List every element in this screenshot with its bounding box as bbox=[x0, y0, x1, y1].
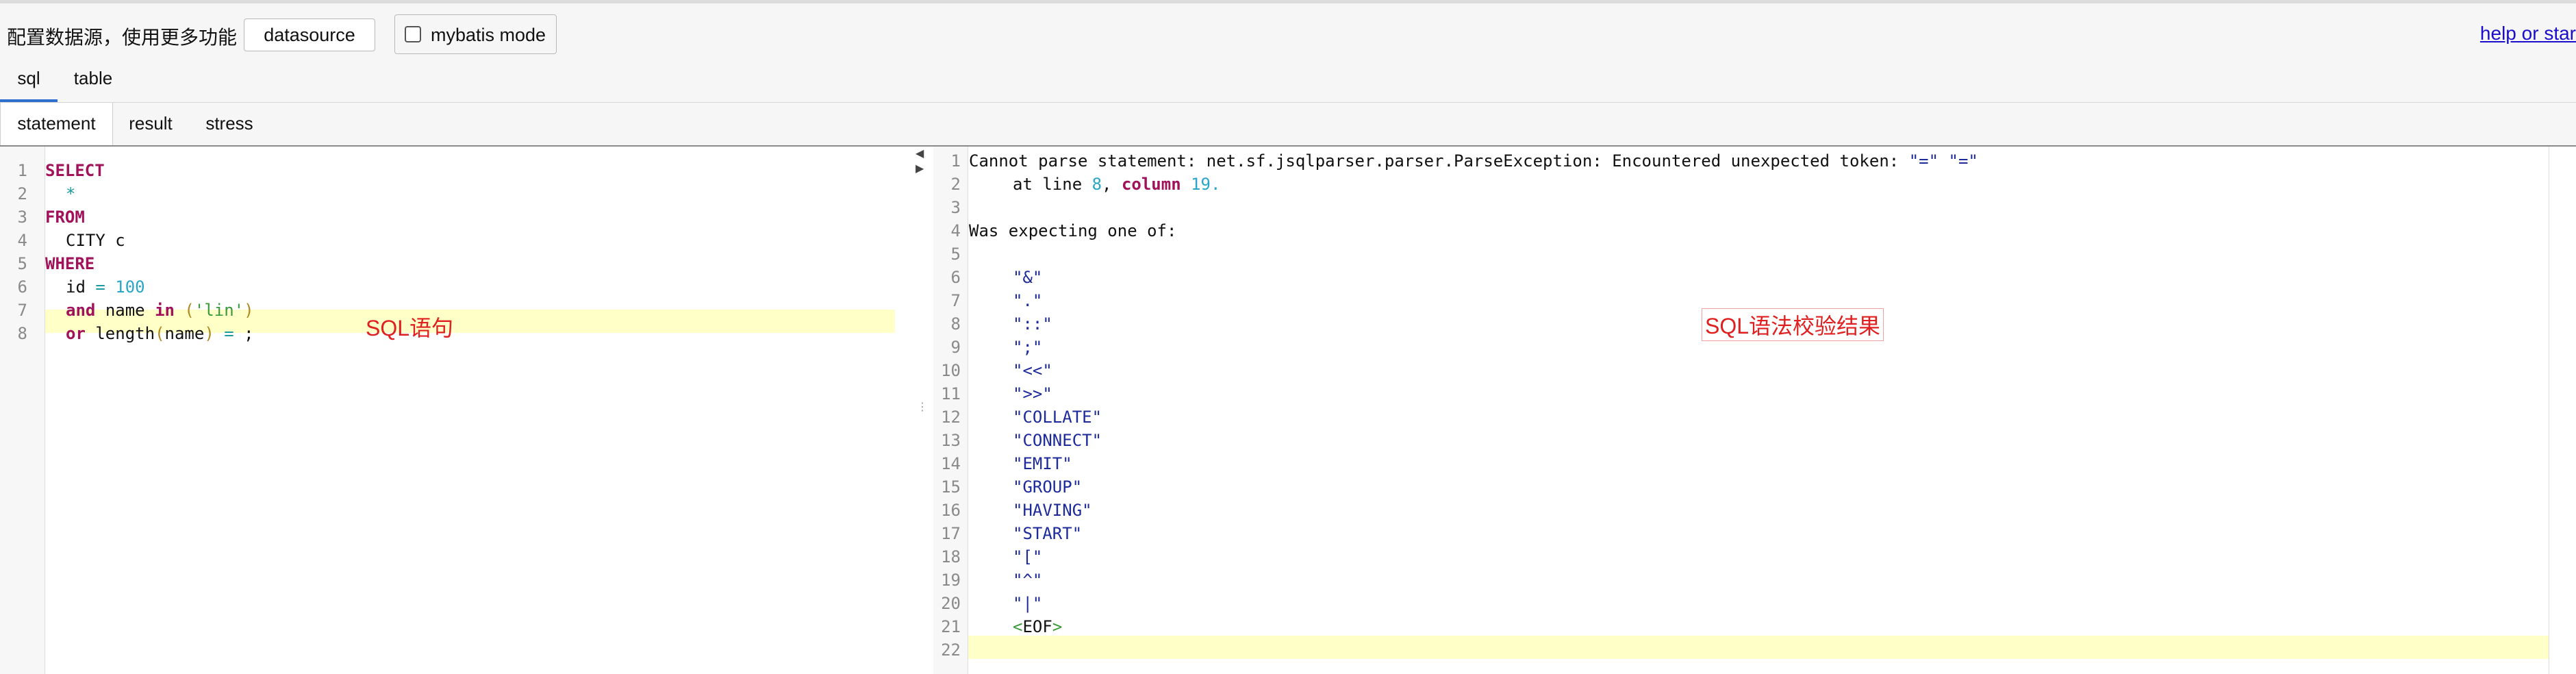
line-number: 19 bbox=[941, 571, 961, 590]
line-number: 7 bbox=[950, 291, 961, 310]
mybatis-mode-label[interactable]: mybatis mode bbox=[431, 25, 546, 46]
line-number: 2 bbox=[950, 175, 961, 194]
secondary-tab-bar: statement result stress bbox=[0, 103, 2576, 147]
tab-result[interactable]: result bbox=[116, 103, 185, 145]
line-number: 1 bbox=[950, 151, 961, 171]
expected-token: "EMIT" bbox=[1013, 454, 1072, 473]
datasource-button[interactable]: datasource bbox=[244, 18, 375, 51]
expected-token: "|" bbox=[1013, 594, 1043, 613]
sql-editor[interactable]: 1 2 3 4 5 6 7 8 SELECT * FROM CITY c WHE… bbox=[0, 147, 895, 674]
splitter-handle-icon[interactable]: ⋮ bbox=[917, 400, 928, 414]
result-line: Was expecting one of: bbox=[969, 221, 1177, 240]
line-number: 14 bbox=[941, 454, 961, 473]
result-line: <EOF> bbox=[1013, 617, 1063, 636]
line-number-gutter: 1 2 3 4 5 6 7 8 bbox=[0, 147, 45, 674]
code-line: * bbox=[66, 184, 76, 203]
code-line: CITY c bbox=[66, 231, 125, 250]
line-number: 3 bbox=[17, 208, 27, 227]
pane-splitter[interactable]: ◀ ▶ ⋮ bbox=[895, 147, 933, 674]
line-number: 11 bbox=[941, 384, 961, 403]
line-number-gutter: 1 2 3 4 5 6 7 8 9 10 11 12 13 14 15 16 1… bbox=[933, 147, 968, 674]
line-number: 15 bbox=[941, 477, 961, 497]
tab-sql[interactable]: sql bbox=[0, 61, 58, 102]
code-line: and name in ('lin') bbox=[66, 301, 254, 320]
tab-stress[interactable]: stress bbox=[192, 103, 267, 145]
expected-token: "&" bbox=[1013, 268, 1043, 287]
expected-token: ";" bbox=[1013, 338, 1043, 357]
line-number: 8 bbox=[950, 314, 961, 334]
line-number: 12 bbox=[941, 408, 961, 427]
code-line: id = 100 bbox=[66, 277, 145, 297]
line-number: 1 bbox=[17, 161, 27, 180]
line-number: 17 bbox=[941, 524, 961, 543]
expected-token: "<<" bbox=[1013, 361, 1052, 380]
tab-statement[interactable]: statement bbox=[0, 103, 113, 145]
result-line: at line 8, column 19. bbox=[1013, 175, 1221, 194]
expected-token: "GROUP" bbox=[1013, 477, 1083, 497]
line-number: 2 bbox=[17, 184, 27, 203]
line-number: 5 bbox=[950, 245, 961, 264]
sql-statement-annotation: SQL语句 bbox=[366, 316, 454, 340]
line-number: 9 bbox=[950, 338, 961, 357]
line-number: 7 bbox=[17, 301, 27, 320]
code-line: FROM bbox=[45, 208, 85, 227]
code-line: WHERE bbox=[45, 254, 95, 273]
expected-token: "." bbox=[1013, 291, 1043, 310]
expected-token: ">>" bbox=[1013, 384, 1052, 403]
current-line-highlight bbox=[968, 636, 2549, 659]
expand-right-icon[interactable]: ▶ bbox=[916, 162, 924, 175]
line-number: 21 bbox=[941, 617, 961, 636]
expected-token: "CONNECT" bbox=[1013, 431, 1102, 450]
help-link[interactable]: help or star bbox=[2480, 23, 2576, 45]
line-number: 5 bbox=[17, 254, 27, 273]
line-number: 22 bbox=[941, 640, 961, 660]
collapse-left-icon[interactable]: ◀ bbox=[916, 147, 924, 160]
code-line: or length(name) = ; bbox=[66, 324, 254, 343]
line-number: 8 bbox=[17, 324, 27, 343]
expected-token: "COLLATE" bbox=[1013, 408, 1102, 427]
primary-tab-bar: sql table bbox=[0, 61, 2576, 103]
line-number: 6 bbox=[950, 268, 961, 287]
line-number: 4 bbox=[950, 221, 961, 240]
mybatis-mode-toggle[interactable]: mybatis mode bbox=[394, 14, 557, 54]
tab-table[interactable]: table bbox=[64, 61, 122, 102]
expected-token: "[" bbox=[1013, 547, 1043, 566]
line-number: 13 bbox=[941, 431, 961, 450]
expected-token: "HAVING" bbox=[1013, 501, 1092, 520]
line-number: 18 bbox=[941, 547, 961, 566]
line-number: 3 bbox=[950, 198, 961, 217]
line-number: 6 bbox=[17, 277, 27, 297]
result-editor[interactable]: 1 2 3 4 5 6 7 8 9 10 11 12 13 14 15 16 1… bbox=[933, 147, 2549, 674]
code-line: SELECT bbox=[45, 161, 105, 180]
line-number: 20 bbox=[941, 594, 961, 613]
result-annotation: SQL语法校验结果 bbox=[1702, 308, 1884, 341]
line-number: 4 bbox=[17, 231, 27, 250]
expected-token: "^" bbox=[1013, 571, 1043, 590]
vertical-scrollbar[interactable] bbox=[2549, 147, 2576, 674]
mybatis-mode-checkbox[interactable] bbox=[405, 26, 421, 42]
config-datasource-hint: 配置数据源，使用更多功能 bbox=[7, 27, 238, 48]
line-number: 10 bbox=[941, 361, 961, 380]
expected-token: "::" bbox=[1013, 314, 1052, 334]
result-line: Cannot parse statement: net.sf.jsqlparse… bbox=[969, 151, 1978, 171]
line-number: 16 bbox=[941, 501, 961, 520]
toolbar: 配置数据源，使用更多功能 datasource mybatis mode hel… bbox=[0, 3, 2576, 61]
expected-token: "START" bbox=[1013, 524, 1083, 543]
